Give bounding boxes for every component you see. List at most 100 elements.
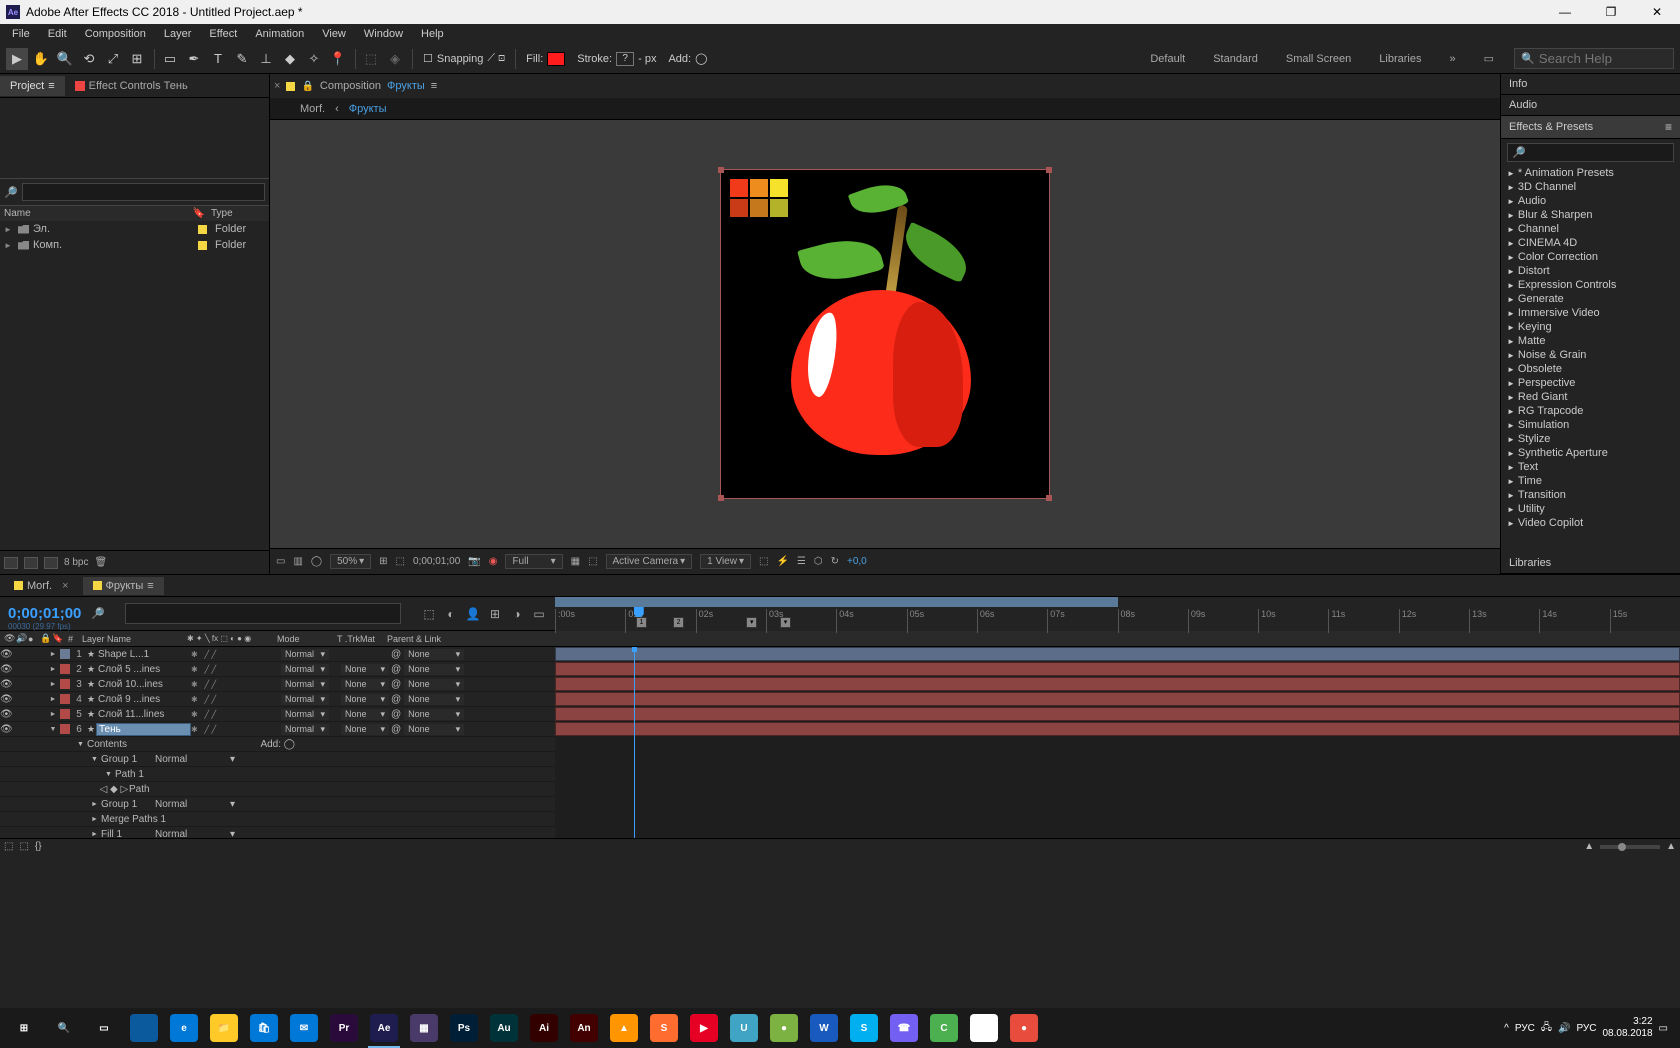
layer-name[interactable]: Shape L...1: [96, 649, 191, 660]
fast-preview-icon[interactable]: ⚡: [776, 556, 788, 567]
trkmat-dropdown[interactable]: None▾: [341, 664, 389, 675]
col-layer[interactable]: Layer Name: [78, 634, 183, 644]
clone-tool[interactable]: ⊥: [255, 48, 277, 70]
work-area[interactable]: [555, 597, 1118, 607]
reset-exposure-icon[interactable]: ↻: [831, 556, 839, 567]
roto-tool[interactable]: ✧: [303, 48, 325, 70]
taskbar-app[interactable]: S: [844, 1008, 884, 1048]
menu-view[interactable]: View: [314, 26, 354, 42]
transparency-icon[interactable]: ▦: [571, 556, 580, 567]
cti-line[interactable]: [634, 647, 635, 838]
camera-dropdown[interactable]: Active Camera ▾: [606, 554, 693, 569]
label-swatch[interactable]: [60, 679, 70, 689]
parent-dropdown[interactable]: None▾: [404, 709, 464, 720]
taskbar-app[interactable]: 🛍: [244, 1008, 284, 1048]
pickwhip-icon[interactable]: @: [391, 679, 401, 690]
tray-chevron-icon[interactable]: ^: [1504, 1023, 1509, 1034]
twirl-icon[interactable]: ▼: [77, 741, 87, 748]
text-tool[interactable]: T: [207, 48, 229, 70]
parent-dropdown[interactable]: None▾: [404, 694, 464, 705]
tag-icon[interactable]: 🔖: [193, 208, 205, 219]
timeline-tab[interactable]: Morf.×: [4, 577, 79, 595]
effect-category[interactable]: ► Blur & Sharpen: [1501, 208, 1680, 222]
puppet-tool[interactable]: 📍: [327, 48, 349, 70]
canvas[interactable]: [720, 169, 1050, 499]
twirl-icon[interactable]: ►: [48, 651, 58, 658]
roi-icon[interactable]: ⬚: [396, 556, 405, 567]
col-trkmat[interactable]: T .TrkMat: [333, 634, 383, 644]
taskbar-app[interactable]: [124, 1008, 164, 1048]
taskbar-app[interactable]: ⊞: [4, 1008, 44, 1048]
effect-category[interactable]: ► Stylize: [1501, 432, 1680, 446]
effect-category[interactable]: ► Transition: [1501, 488, 1680, 502]
layer-row[interactable]: 👁►4★Слой 9 ...ines✱ ╱ ╱Normal▾None▾@None…: [0, 692, 555, 707]
stroke-control[interactable]: Stroke:- px: [571, 50, 662, 68]
project-item[interactable]: ► Комп. Folder: [0, 237, 269, 253]
comp-name[interactable]: Фрукты: [387, 80, 425, 92]
bpc-toggle[interactable]: 8 bpc: [64, 557, 88, 568]
tray-network-icon[interactable]: 🖧: [1541, 1020, 1552, 1037]
taskbar-app[interactable]: S: [644, 1008, 684, 1048]
taskbar-app[interactable]: U: [724, 1008, 764, 1048]
zoom-tool[interactable]: 🔍: [54, 48, 76, 70]
layer-switches[interactable]: ✱ ╱ ╱: [191, 680, 281, 689]
handle-icon[interactable]: [1046, 495, 1052, 501]
col-name[interactable]: Name: [4, 208, 164, 219]
crumb-parent[interactable]: Morf.: [300, 103, 325, 115]
view-dropdown[interactable]: 1 View ▾: [700, 554, 751, 569]
effect-category[interactable]: ► Keying: [1501, 320, 1680, 334]
pickwhip-icon[interactable]: @: [391, 664, 401, 675]
workspace-standard[interactable]: Standard: [1205, 49, 1266, 69]
trkmat-dropdown[interactable]: None▾: [341, 694, 389, 705]
effect-category[interactable]: ► Synthetic Aperture: [1501, 446, 1680, 460]
handle-icon[interactable]: [718, 495, 724, 501]
mode-dropdown[interactable]: Normal▾: [281, 649, 329, 660]
marker-icon[interactable]: 2: [673, 617, 684, 628]
add-control[interactable]: Add: ◯: [662, 50, 713, 67]
tab-project[interactable]: Project ≡: [0, 76, 65, 96]
workspace-default[interactable]: Default: [1142, 49, 1193, 69]
zoom-in-icon[interactable]: ▲: [1666, 841, 1676, 852]
layer-property-row[interactable]: ►Group 1Normal▾: [0, 797, 555, 812]
tray-lang2[interactable]: РУС: [1576, 1023, 1596, 1034]
crumb-current[interactable]: Фрукты: [349, 103, 387, 115]
graph-icon[interactable]: ▭: [531, 606, 547, 622]
taskbar-app[interactable]: ●: [1004, 1008, 1044, 1048]
mode-dropdown[interactable]: Normal▾: [155, 829, 235, 839]
fill-swatch[interactable]: [547, 52, 565, 66]
layer-name[interactable]: Тень: [96, 723, 191, 736]
taskbar-app[interactable]: 🔍: [44, 1008, 84, 1048]
3d-icon[interactable]: ⬚: [588, 556, 597, 567]
effect-category[interactable]: ► Expression Controls: [1501, 278, 1680, 292]
layer-switches[interactable]: ✱ ╱ ╱: [191, 695, 281, 704]
pen-tool[interactable]: ✒: [183, 48, 205, 70]
layer-name[interactable]: Слой 10...ines: [96, 679, 191, 690]
taskbar-app[interactable]: e: [164, 1008, 204, 1048]
visibility-icon[interactable]: 👁: [0, 664, 12, 675]
layer-row[interactable]: 👁►2★Слой 5 ...ines✱ ╱ ╱Normal▾None▾@None…: [0, 662, 555, 677]
keyframe-nav-icon[interactable]: ◁ ◆ ▷: [100, 784, 129, 795]
pickwhip-icon[interactable]: @: [391, 724, 401, 735]
label-swatch[interactable]: [60, 694, 70, 704]
snapshot-icon[interactable]: 📷: [468, 556, 480, 567]
shy-icon[interactable]: 👤: [465, 606, 481, 622]
layer-switches[interactable]: ✱ ╱ ╱: [191, 650, 281, 659]
parent-dropdown[interactable]: None▾: [404, 679, 464, 690]
toggle-switches-icon[interactable]: ⬚: [4, 841, 13, 852]
tab-effect-controls[interactable]: Effect Controls Тень: [65, 76, 198, 96]
zoom-slider[interactable]: [1618, 843, 1626, 851]
mode-dropdown[interactable]: Normal▾: [281, 694, 329, 705]
layer-row[interactable]: 👁►5★Слой 11...lines✱ ╱ ╱Normal▾None▾@Non…: [0, 707, 555, 722]
twirl-icon[interactable]: ►: [48, 711, 58, 718]
effect-category[interactable]: ► Text: [1501, 460, 1680, 474]
effect-category[interactable]: ► Channel: [1501, 222, 1680, 236]
col-number[interactable]: #: [64, 634, 78, 644]
effect-category[interactable]: ► Simulation: [1501, 418, 1680, 432]
interpret-icon[interactable]: [4, 557, 18, 569]
menu-composition[interactable]: Composition: [77, 26, 154, 42]
timeline-bars[interactable]: [555, 647, 1680, 838]
resolution-icon[interactable]: ⊞: [379, 556, 387, 567]
taskbar-app[interactable]: ☎: [884, 1008, 924, 1048]
new-folder-icon[interactable]: [24, 557, 38, 569]
effect-category[interactable]: ► Immersive Video: [1501, 306, 1680, 320]
